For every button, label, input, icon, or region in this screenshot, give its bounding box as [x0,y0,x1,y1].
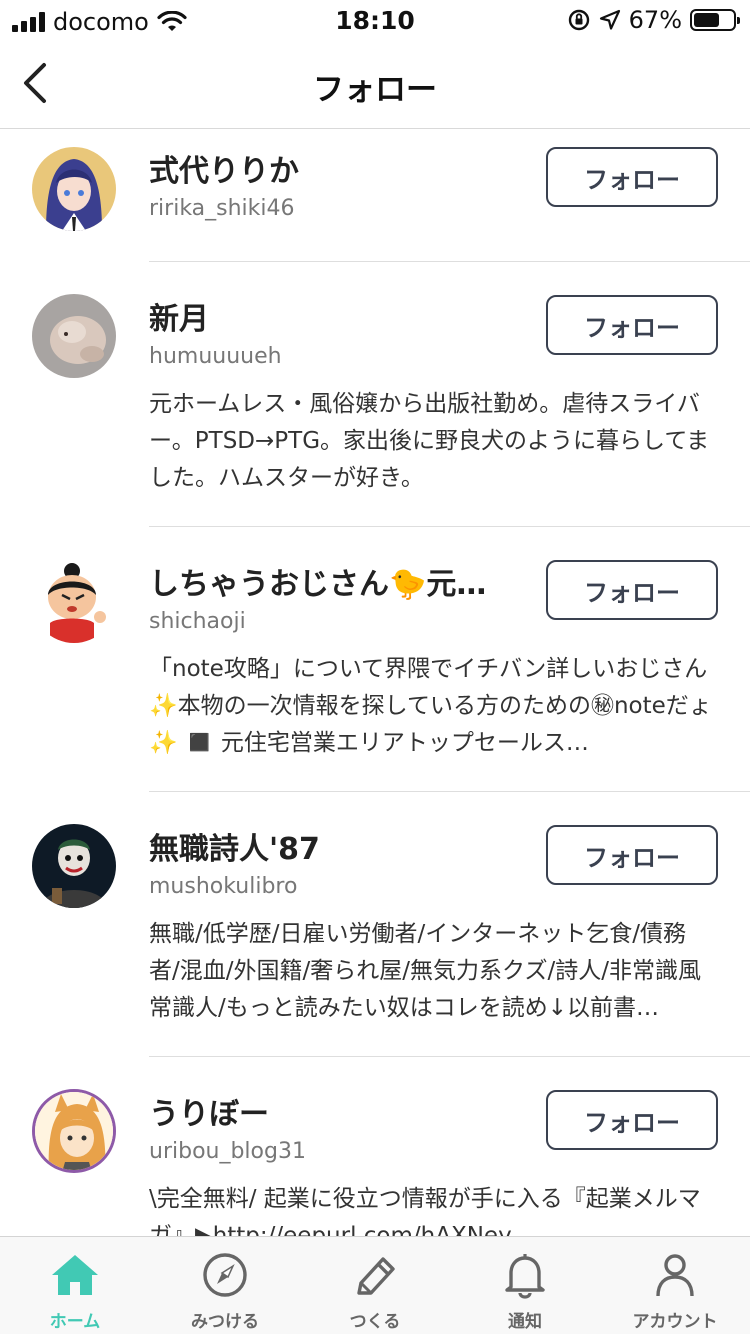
follow-button[interactable]: フォロー [546,825,718,885]
follow-button[interactable]: フォロー [546,560,718,620]
tab-notifications-label: 通知 [508,1312,542,1332]
user-handle: uribou_blog31 [149,1139,306,1164]
tab-notifications[interactable]: 通知 [450,1237,600,1334]
nav-header: フォロー [0,40,750,129]
user-handle: ririka_shiki46 [149,196,295,221]
rotation-lock-icon [568,9,589,31]
user-handle: humuuuueh [149,344,282,369]
user-name[interactable]: 式代りりか [149,146,299,190]
user-row[interactable]: 式代りりか ririka_shiki46 フォロー [0,130,750,262]
following-list: 式代りりか ririka_shiki46 フォロー 新月 humuuuueh 元… [0,130,750,1236]
follow-button[interactable]: フォロー [546,1090,718,1150]
user-handle: mushokulibro [149,874,298,899]
follow-button[interactable]: フォロー [546,147,718,207]
avatar[interactable] [32,824,116,908]
user-name[interactable]: 無職詩人'87 [149,824,320,868]
bell-icon [505,1254,545,1299]
user-row[interactable]: うりぼー uribou_blog31 \完全無料/ 起業に役立つ情報が手に入る『… [0,1057,750,1236]
user-row[interactable]: 新月 humuuuueh 元ホームレス・風俗嬢から出版社勤め。虐待スライバー。P… [0,262,750,527]
person-icon [656,1254,694,1297]
avatar[interactable] [32,147,116,231]
tab-home[interactable]: ホーム [0,1237,150,1334]
pencil-icon [357,1257,395,1295]
compass-icon [203,1253,247,1297]
user-bio: 「note攻略」について界隈でイチバン詳しいおじさん✨本物の一次情報を探している… [149,656,712,756]
battery-percent: 67% [628,6,682,34]
status-right: 67% [567,6,740,34]
user-bio: \完全無料/ 起業に役立つ情報が手に入る『起業メルマガ』▶http://eepu… [149,1186,701,1236]
user-row[interactable]: 無職詩人'87 mushokulibro 無職/低学歴/日雇い労働者/インターネ… [0,792,750,1057]
avatar[interactable] [32,1089,116,1173]
user-name[interactable]: しちゃうおじさん🐤元… [149,559,486,603]
follow-button[interactable]: フォロー [546,295,718,355]
tab-discover[interactable]: みつける [150,1237,300,1334]
user-name[interactable]: 新月 [149,294,209,338]
user-handle: shichaoji [149,609,246,634]
tab-bar: ホーム みつける つくる 通知 アカウント [0,1236,750,1334]
home-icon [52,1255,98,1295]
tab-discover-label: みつける [191,1312,259,1332]
tab-home-label: ホーム [49,1312,101,1332]
tab-account-label: アカウント [632,1312,718,1332]
status-bar: docomo 18:10 67% [0,0,750,40]
location-icon [599,9,620,30]
user-row[interactable]: しちゃうおじさん🐤元… shichaoji 「note攻略」について界隈でイチバ… [0,527,750,792]
user-name[interactable]: うりぼー [149,1089,269,1133]
battery-icon [690,9,740,31]
tab-account[interactable]: アカウント [600,1237,750,1334]
user-bio: 元ホームレス・風俗嬢から出版社勤め。虐待スライバー。PTSD→PTG。家出後に野… [149,391,710,491]
avatar[interactable] [32,559,116,643]
tab-create-label: つくる [349,1312,401,1332]
user-bio: 無職/低学歴/日雇い労働者/インターネット乞食/債務者/混血/外国籍/奢られ屋/… [149,921,702,1021]
avatar[interactable] [32,294,116,378]
tab-create[interactable]: つくる [300,1237,450,1334]
battery-fill [694,13,720,27]
page-title: フォロー [313,72,437,108]
